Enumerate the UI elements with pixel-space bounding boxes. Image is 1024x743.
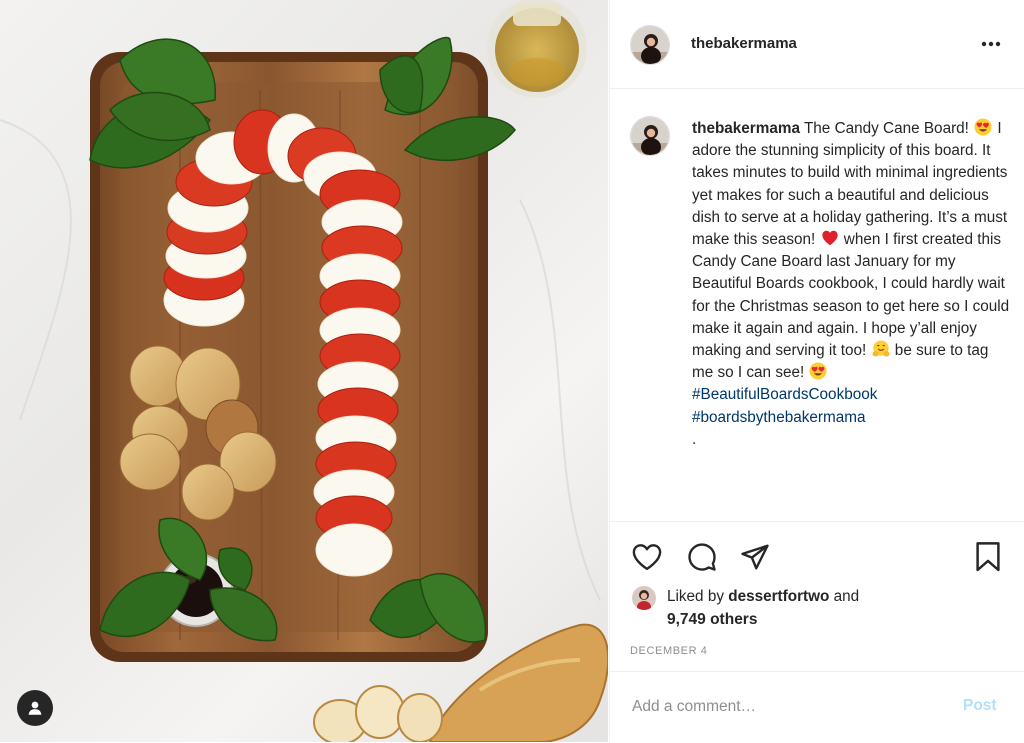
- caption-username[interactable]: thebakermama: [692, 120, 800, 137]
- header-username[interactable]: thebakermama: [691, 35, 797, 52]
- paper-plane-icon: [741, 544, 769, 570]
- caption-segment: I adore the stunning simplicity of this …: [692, 120, 1008, 249]
- liked-by-suffix: and: [833, 588, 860, 605]
- save-button[interactable]: [975, 541, 1001, 578]
- share-button[interactable]: [740, 542, 770, 577]
- post-comment-button[interactable]: Post: [963, 697, 997, 715]
- heart-outline-icon: [632, 544, 662, 571]
- more-horizontal-icon: [981, 41, 1001, 47]
- candy-cane-board-image: [0, 0, 608, 742]
- caption-trailing: .: [692, 430, 697, 448]
- comment-input[interactable]: [632, 694, 942, 720]
- more-options-button[interactable]: [978, 32, 1004, 56]
- post-actions: Liked by dessertfortwo and 9,749 others …: [610, 521, 1024, 692]
- liked-by-text: Liked by dessertfortwo and: [667, 588, 859, 606]
- instagram-post: thebakermama thebakermama The Candy Cane…: [0, 0, 1024, 742]
- caption-avatar[interactable]: [630, 116, 670, 156]
- comment-button[interactable]: [687, 542, 717, 577]
- likes-count[interactable]: 9,749 others: [667, 611, 757, 629]
- post-details-panel: thebakermama thebakermama The Candy Cane…: [609, 0, 1024, 742]
- post-photo[interactable]: [0, 0, 608, 742]
- caption-segment: when I first created this Candy Cane Boa…: [692, 231, 1010, 360]
- profile-avatar[interactable]: [630, 25, 670, 65]
- liked-by-prefix: Liked by: [667, 588, 724, 605]
- caption-segment: The Candy Cane Board!: [799, 120, 974, 137]
- tagged-users-button[interactable]: [17, 690, 53, 726]
- comment-icon: [688, 543, 716, 571]
- liker-username[interactable]: dessertfortwo: [728, 588, 829, 605]
- caption-text: thebakermama The Candy Cane Board! I ado…: [692, 118, 1012, 451]
- red-heart-emoji-icon: [821, 230, 838, 246]
- hashtag-link[interactable]: #BeautifulBoardsCookbook: [692, 386, 877, 403]
- like-button[interactable]: [632, 543, 662, 576]
- olive-oil-bottle: [487, 0, 587, 98]
- bookmark-icon: [976, 542, 1000, 572]
- liker-avatar[interactable]: [632, 586, 656, 610]
- heart-eyes-emoji-icon: [809, 362, 828, 380]
- user-icon: [28, 701, 42, 715]
- hashtag-link[interactable]: #boardsbythebakermama: [692, 409, 865, 426]
- post-date[interactable]: DECEMBER 4: [630, 645, 708, 657]
- post-header: thebakermama: [610, 0, 1024, 89]
- heart-eyes-emoji-icon: [974, 118, 992, 136]
- comment-bar: Post: [610, 671, 1024, 743]
- hugging-face-emoji-icon: [872, 340, 890, 357]
- caption-area: thebakermama The Candy Cane Board! I ado…: [610, 89, 1024, 521]
